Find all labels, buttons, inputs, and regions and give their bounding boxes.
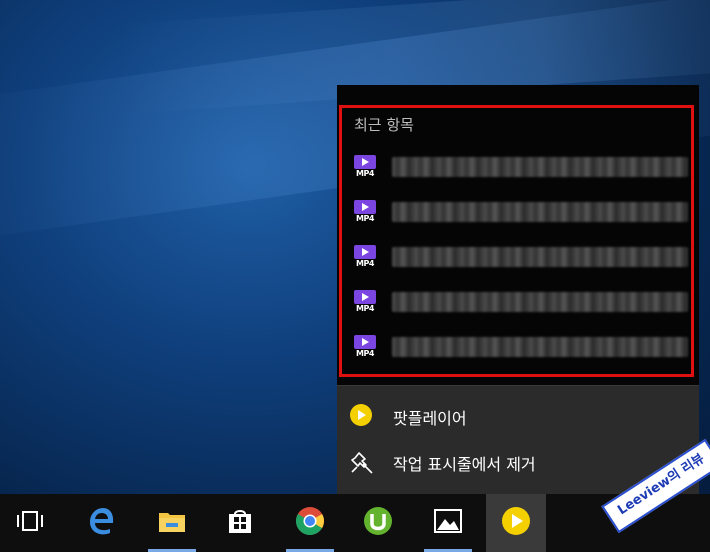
edge-icon [86, 505, 118, 537]
mp4-file-icon: MP4 [354, 155, 376, 179]
open-potplayer-button[interactable]: 팟플레이어 [350, 402, 680, 432]
mp4-file-icon: MP4 [354, 335, 376, 359]
folder-icon [156, 505, 188, 537]
potplayer-icon [350, 404, 372, 426]
recent-item[interactable]: MP4 [350, 333, 690, 361]
recent-item[interactable]: MP4 [350, 288, 690, 316]
blurred-filename [392, 337, 688, 357]
store-button[interactable] [210, 494, 270, 552]
store-icon [224, 505, 256, 537]
recent-item[interactable]: MP4 [350, 153, 690, 181]
potplayer-taskbar-button[interactable] [486, 494, 546, 552]
file-explorer-button[interactable] [142, 494, 202, 552]
unpin-from-taskbar-button[interactable]: 작업 표시줄에서 제거 [350, 448, 680, 478]
blurred-filename [392, 157, 688, 177]
edge-button[interactable] [72, 494, 132, 552]
potplayer-icon [500, 505, 532, 537]
blurred-filename [392, 292, 688, 312]
taskbar [0, 494, 710, 552]
chrome-button[interactable] [280, 494, 340, 552]
recent-item[interactable]: MP4 [350, 198, 690, 226]
jump-list-divider [337, 385, 699, 386]
task-view-icon [14, 505, 46, 537]
photos-icon [432, 505, 464, 537]
blurred-filename [392, 202, 688, 222]
mp4-file-icon: MP4 [354, 200, 376, 224]
recent-items-heading: 최근 항목 [354, 116, 414, 134]
utorrent-icon [362, 505, 394, 537]
chrome-icon [294, 505, 326, 537]
mp4-file-icon: MP4 [354, 290, 376, 314]
unpin-icon [350, 450, 374, 474]
blurred-filename [392, 247, 688, 267]
photos-button[interactable] [418, 494, 478, 552]
mp4-file-icon: MP4 [354, 245, 376, 269]
recent-item[interactable]: MP4 [350, 243, 690, 271]
task-view-button[interactable] [0, 494, 60, 552]
utorrent-button[interactable] [348, 494, 408, 552]
